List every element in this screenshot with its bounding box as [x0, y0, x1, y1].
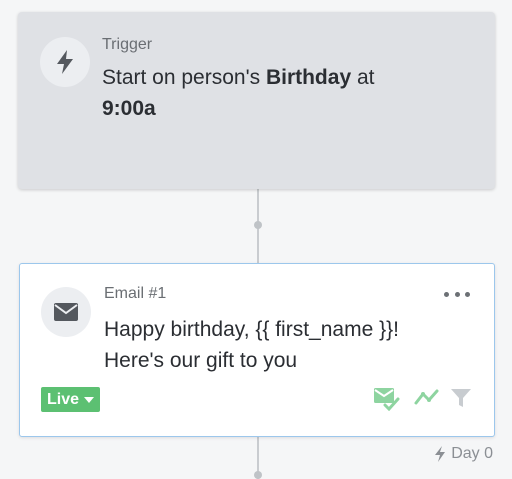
- email-label: Email #1: [104, 285, 167, 302]
- more-options-button[interactable]: [444, 288, 470, 300]
- status-label: Live: [47, 391, 80, 408]
- trigger-event: Birthday: [265, 66, 352, 89]
- workflow-canvas: Trigger Start on person's Birthday at 9:…: [0, 0, 512, 479]
- dot-icon: [465, 291, 470, 297]
- trigger-time: 9:00a: [102, 97, 156, 120]
- status-dropdown[interactable]: Live: [41, 387, 101, 412]
- email-card[interactable]: Email #1 Happy birthday, {{ first_name }…: [19, 263, 495, 437]
- filter-icon[interactable]: [450, 387, 472, 414]
- email-subject-line1: Happy birthday, {{ first_name }}!: [104, 318, 399, 341]
- chevron-down-icon: [84, 396, 95, 403]
- bolt-icon: [435, 446, 446, 462]
- day-label: Day 0: [451, 445, 493, 462]
- dot-icon: [454, 291, 460, 297]
- connector-dot-bottom[interactable]: [254, 471, 262, 479]
- connector-dot[interactable]: [254, 221, 262, 229]
- trigger-card[interactable]: Trigger Start on person's Birthday at 9:…: [18, 12, 495, 189]
- email-check-icon[interactable]: [372, 385, 400, 416]
- day-indicator: Day 0: [433, 445, 493, 463]
- bolt-icon: [40, 37, 90, 87]
- trigger-description: Start on person's Birthday at 9:00a: [102, 62, 462, 124]
- email-subject: Happy birthday, {{ first_name }}! Here's…: [104, 314, 464, 376]
- email-subject-line2: Here's our gift to you: [104, 349, 298, 372]
- envelope-icon: [41, 287, 91, 337]
- analytics-icon[interactable]: [414, 387, 440, 412]
- dot-icon: [444, 291, 449, 297]
- trigger-text-middle: at: [351, 66, 375, 89]
- trigger-label: Trigger: [102, 36, 153, 53]
- trigger-text-prefix: Start on person's: [102, 66, 266, 89]
